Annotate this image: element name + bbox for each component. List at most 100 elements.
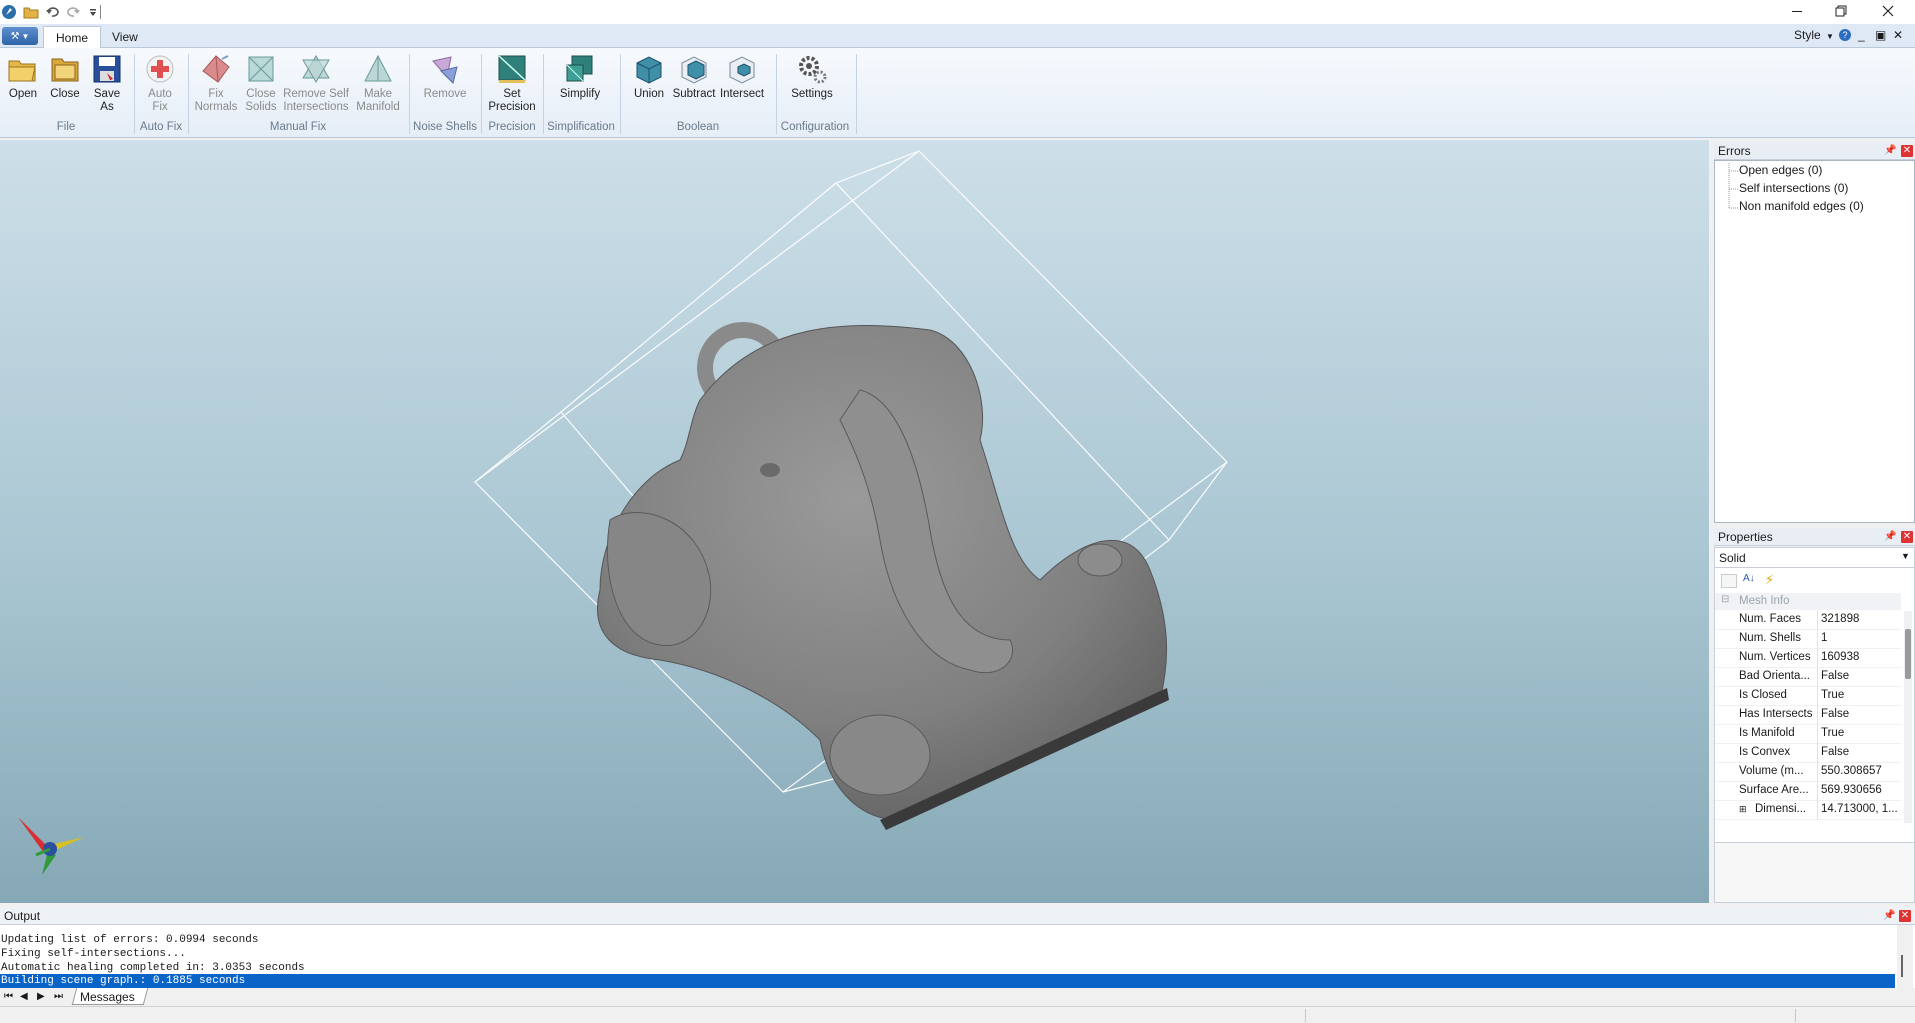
set-precision-label-2: Precision	[488, 101, 536, 113]
properties-panel-header: Properties 📌 ✕	[1714, 528, 1915, 546]
close-solids-button[interactable]: Close Solids	[242, 53, 280, 114]
wrench-icon: ⚒	[10, 30, 20, 42]
auto-fix-button[interactable]: Auto Fix	[140, 53, 180, 114]
simplify-icon	[566, 55, 593, 82]
style-label: Style	[1794, 28, 1821, 42]
property-value: 14.713000, 1...	[1821, 803, 1898, 815]
redo-icon[interactable]	[64, 3, 82, 21]
union-button[interactable]: Union	[630, 53, 668, 101]
set-precision-button[interactable]: Set Precision	[486, 53, 538, 114]
open-button[interactable]: Open	[4, 53, 42, 101]
properties-close-button[interactable]: ✕	[1901, 531, 1913, 543]
remove-self-intersections-button[interactable]: Remove Self Intersections	[282, 53, 350, 114]
union-label: Union	[633, 88, 665, 100]
property-key: Surface Are...	[1739, 784, 1809, 796]
property-row[interactable]: Volume (m... 550.308657	[1715, 763, 1901, 782]
tab-view[interactable]: View	[100, 26, 150, 49]
intersect-button[interactable]: Intersect	[718, 53, 766, 101]
collapse-icon: ⊟	[1721, 594, 1730, 605]
property-key: Bad Orienta...	[1739, 670, 1810, 682]
last-tab-icon[interactable]: ⏭	[54, 991, 63, 1002]
pin-icon[interactable]: 📌	[1884, 145, 1896, 157]
object-selector[interactable]: Solid ▼	[1715, 548, 1914, 568]
property-value: False	[1821, 708, 1850, 720]
close-solids-label-2: Solids	[245, 101, 277, 113]
3d-viewport[interactable]	[0, 140, 1709, 903]
column-separator	[1817, 706, 1818, 725]
property-row[interactable]: Num. Faces 321898	[1715, 611, 1901, 630]
object-selector-value: Solid	[1719, 551, 1746, 565]
manifold-icon	[364, 54, 392, 82]
remove-self-label-1: Remove Self	[283, 88, 349, 100]
error-item-open-edges[interactable]: Open edges (0)	[1739, 163, 1822, 177]
style-menu[interactable]: Style ▼	[1794, 28, 1834, 42]
app-menu-button[interactable]: ⚒ ▼	[2, 27, 38, 45]
errors-close-button[interactable]: ✕	[1901, 145, 1913, 157]
section-label: Mesh Info	[1739, 595, 1790, 607]
errors-tree: Open edges (0) Self intersections (0) No…	[1714, 160, 1915, 523]
tab-home[interactable]: Home	[43, 26, 102, 49]
make-manifold-label-2: Manifold	[356, 101, 400, 113]
output-close-button[interactable]: ✕	[1899, 910, 1911, 922]
settings-button[interactable]: Settings	[786, 53, 838, 101]
undo-icon[interactable]	[44, 3, 62, 21]
fix-normals-button[interactable]: Fix Normals	[192, 53, 240, 114]
column-separator	[1817, 630, 1818, 649]
close-button[interactable]	[1866, 0, 1910, 22]
open-folder-icon[interactable]	[22, 3, 40, 21]
scrollbar-thumb[interactable]	[1905, 629, 1911, 679]
self-intersection-icon	[302, 55, 330, 83]
property-key: Dimensi...	[1755, 803, 1807, 815]
save-as-button[interactable]: Save As	[88, 53, 126, 114]
tab-messages[interactable]: Messages	[80, 990, 135, 1004]
error-item-non-manifold-edges[interactable]: Non manifold edges (0)	[1739, 199, 1864, 213]
property-row[interactable]: Surface Are... 569.930656	[1715, 782, 1901, 801]
property-key: Is Closed	[1739, 689, 1787, 701]
help-icon[interactable]: ?	[1839, 29, 1851, 41]
mesh-info-section[interactable]: ⊟ Mesh Info	[1715, 593, 1901, 610]
property-row[interactable]: Has Intersects False	[1715, 706, 1901, 725]
property-value: False	[1821, 670, 1850, 682]
close-folder-icon	[51, 58, 79, 82]
group-label-manualfix: Manual Fix	[269, 121, 327, 133]
first-tab-icon[interactable]: ⏮	[4, 991, 13, 1002]
expand-icon[interactable]: ⊞	[1739, 804, 1747, 815]
output-scrollbar[interactable]	[1897, 925, 1913, 988]
lightning-icon[interactable]: ⚡	[1765, 572, 1774, 588]
app-logo-icon[interactable]	[0, 3, 18, 21]
mdi-restore-button[interactable]: ▣	[1875, 28, 1886, 42]
mdi-close-button[interactable]: ✕	[1893, 28, 1903, 42]
mdi-minimize-button[interactable]: _	[1858, 28, 1865, 42]
properties-scrollbar[interactable]	[1904, 611, 1912, 823]
output-log[interactable]: Updating list of errors: 0.0994 seconds …	[0, 925, 1915, 988]
pin-icon[interactable]: 📌	[1884, 531, 1896, 543]
column-separator	[1817, 649, 1818, 668]
make-manifold-button[interactable]: Make Manifold	[352, 53, 404, 114]
properties-panel-title: Properties	[1718, 530, 1773, 544]
prev-tab-icon[interactable]: ◀	[20, 991, 28, 1002]
pin-icon[interactable]: 📌	[1883, 910, 1895, 922]
close-file-button[interactable]: Close	[46, 53, 84, 101]
fix-normals-label-2: Normals	[194, 101, 238, 113]
property-row[interactable]: Num. Vertices 160938	[1715, 649, 1901, 668]
column-separator	[1817, 611, 1818, 630]
error-item-self-intersections[interactable]: Self intersections (0)	[1739, 181, 1848, 195]
next-tab-icon[interactable]: ▶	[37, 991, 45, 1002]
property-row[interactable]: Is Closed True	[1715, 687, 1901, 706]
minimize-button[interactable]	[1775, 0, 1819, 22]
subtract-icon	[681, 56, 707, 84]
property-row[interactable]: Bad Orienta... False	[1715, 668, 1901, 687]
orientation-compass-icon[interactable]	[16, 815, 86, 877]
simplify-button[interactable]: Simplify	[552, 53, 608, 101]
property-row[interactable]: Num. Shells 1	[1715, 630, 1901, 649]
categorized-view-icon[interactable]	[1721, 574, 1737, 588]
restore-button[interactable]	[1819, 0, 1863, 22]
property-row[interactable]: ⊞ Dimensi... 14.713000, 1...	[1715, 801, 1901, 820]
sort-alphabetical-icon[interactable]: A↓	[1743, 573, 1755, 584]
remove-noise-shells-button[interactable]: Remove	[420, 53, 470, 101]
property-key: Num. Shells	[1739, 632, 1801, 644]
subtract-button[interactable]: Subtract	[670, 53, 718, 101]
property-row[interactable]: Is Manifold True	[1715, 725, 1901, 744]
scrollbar-thumb[interactable]	[1901, 955, 1903, 977]
property-row[interactable]: Is Convex False	[1715, 744, 1901, 763]
